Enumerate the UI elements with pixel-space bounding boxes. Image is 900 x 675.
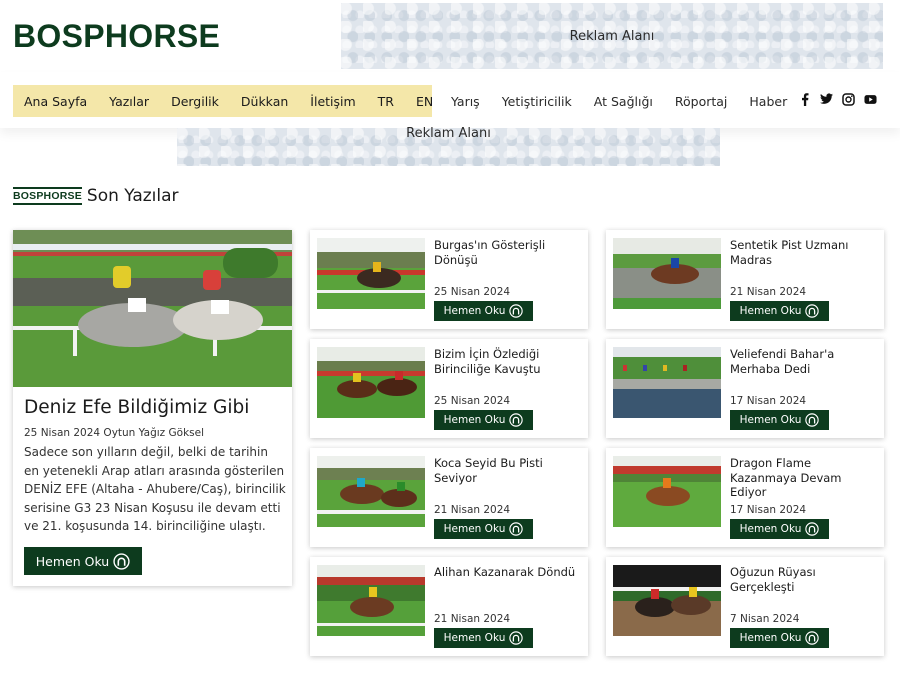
section-heading: BOSPHORSE Son Yazılar [13, 186, 179, 206]
nav-item-yaris[interactable]: Yarış [451, 94, 480, 109]
article-image[interactable] [613, 238, 721, 309]
horseshoe-icon [805, 413, 820, 427]
horseshoe-icon [805, 304, 820, 318]
article-title[interactable]: Dragon Flame Kazanmaya Devam Ediyor [730, 456, 875, 500]
ad-label: Reklam Alanı [569, 28, 655, 44]
article-date: 17 Nisan 2024 [730, 395, 807, 407]
horseshoe-icon [509, 304, 524, 318]
featured-article-meta: 25 Nisan 2024 Oytun Yağız Göksel [24, 427, 204, 439]
article-title[interactable]: Veliefendi Bahar'a Merhaba Dedi [730, 347, 875, 376]
horseshoe-icon [509, 522, 524, 536]
nav-item-dukkan[interactable]: Dükkan [241, 94, 288, 109]
article-image[interactable] [317, 238, 425, 309]
horseshoe-icon [805, 522, 820, 536]
featured-read-more-button[interactable]: Hemen Oku [24, 547, 142, 575]
article-card[interactable]: Bizim İçin Özlediği Birinciliğe Kavuştu … [310, 339, 588, 438]
button-label: Hemen Oku [739, 523, 802, 535]
nav-item-yazilar[interactable]: Yazılar [109, 94, 149, 109]
article-card[interactable]: Dragon Flame Kazanmaya Devam Ediyor 17 N… [606, 448, 884, 547]
nav-item-roportaj[interactable]: Röportaj [675, 94, 728, 109]
article-title[interactable]: Burgas'ın Gösterişli Dönüşü [434, 238, 579, 267]
read-more-button[interactable]: Hemen Oku [434, 519, 533, 539]
nav-item-at-sagligi[interactable]: At Sağlığı [594, 94, 653, 109]
nav-item-lang-en[interactable]: EN [416, 94, 433, 109]
button-label: Hemen Oku [443, 523, 506, 535]
featured-article-image[interactable] [13, 230, 292, 387]
read-more-button[interactable]: Hemen Oku [730, 519, 829, 539]
article-image[interactable] [317, 347, 425, 418]
secondary-nav: Yarış Yetiştiricilik At Sağlığı Röportaj… [440, 85, 798, 117]
article-date: 7 Nisan 2024 [730, 613, 800, 625]
horseshoe-icon [113, 552, 130, 570]
instagram-icon[interactable] [842, 92, 855, 106]
read-more-button[interactable]: Hemen Oku [730, 410, 829, 430]
read-more-button[interactable]: Hemen Oku [730, 301, 829, 321]
button-label: Hemen Oku [739, 414, 802, 426]
article-card[interactable]: Sentetik Pist Uzmanı Madras 21 Nisan 202… [606, 230, 884, 329]
featured-article-card[interactable]: Deniz Efe Bildiğimiz Gibi 25 Nisan 2024 … [13, 230, 292, 586]
article-title[interactable]: Koca Seyid Bu Pisti Seviyor [434, 456, 579, 485]
article-image[interactable] [317, 565, 425, 636]
ad-banner-top[interactable]: Reklam Alanı [341, 3, 883, 69]
article-date: 21 Nisan 2024 [434, 613, 511, 625]
section-title: Son Yazılar [86, 186, 179, 206]
article-card[interactable]: Alihan Kazanarak Döndü 21 Nisan 2024 Hem… [310, 557, 588, 656]
article-card[interactable]: Burgas'ın Gösterişli Dönüşü 25 Nisan 202… [310, 230, 588, 329]
nav-item-haber[interactable]: Haber [749, 94, 787, 109]
button-label: Hemen Oku [443, 632, 506, 644]
facebook-icon[interactable] [798, 92, 811, 106]
read-more-button[interactable]: Hemen Oku [730, 628, 829, 648]
nav-item-dergilik[interactable]: Dergilik [171, 94, 219, 109]
article-date: 17 Nisan 2024 [730, 504, 807, 516]
article-title[interactable]: Oğuzun Rüyası Gerçekleşti [730, 565, 875, 594]
article-image[interactable] [317, 456, 425, 527]
ad-label: Reklam Alanı [406, 126, 491, 141]
twitter-icon[interactable] [820, 92, 833, 106]
horseshoe-icon [509, 631, 524, 645]
article-image[interactable] [613, 456, 721, 527]
primary-nav: Ana Sayfa Yazılar Dergilik Dükkan İletiş… [13, 85, 433, 117]
nav-item-yetistiricilik[interactable]: Yetiştiricilik [502, 94, 572, 109]
button-label: Hemen Oku [739, 632, 802, 644]
button-label: Hemen Oku [35, 553, 110, 569]
article-date: 21 Nisan 2024 [730, 286, 807, 298]
horseshoe-icon [509, 413, 524, 427]
nav-item-lang-tr[interactable]: TR [378, 94, 394, 109]
button-label: Hemen Oku [443, 305, 506, 317]
article-image[interactable] [613, 565, 721, 636]
read-more-button[interactable]: Hemen Oku [434, 410, 533, 430]
featured-article-title[interactable]: Deniz Efe Bildiğimiz Gibi [24, 397, 249, 418]
article-image[interactable] [613, 347, 721, 418]
article-title[interactable]: Bizim İçin Özlediği Birinciliğe Kavuştu [434, 347, 579, 376]
section-brand-label: BOSPHORSE [13, 187, 82, 205]
horseshoe-icon [805, 631, 820, 645]
article-title[interactable]: Alihan Kazanarak Döndü [434, 565, 579, 580]
article-card[interactable]: Veliefendi Bahar'a Merhaba Dedi 17 Nisan… [606, 339, 884, 438]
nav-item-iletisim[interactable]: İletişim [310, 94, 355, 109]
article-card[interactable]: Koca Seyid Bu Pisti Seviyor 21 Nisan 202… [310, 448, 588, 547]
read-more-button[interactable]: Hemen Oku [434, 301, 533, 321]
article-date: 21 Nisan 2024 [434, 504, 511, 516]
article-date: 25 Nisan 2024 [434, 395, 511, 407]
read-more-button[interactable]: Hemen Oku [434, 628, 533, 648]
featured-article-excerpt: Sadece son yılların değil, belki de tari… [24, 445, 286, 533]
site-logo[interactable]: BOSPHORSE [13, 18, 220, 55]
article-date: 25 Nisan 2024 [434, 286, 511, 298]
article-card[interactable]: Oğuzun Rüyası Gerçekleşti 7 Nisan 2024 H… [606, 557, 884, 656]
button-label: Hemen Oku [739, 305, 802, 317]
youtube-icon[interactable] [864, 92, 877, 106]
social-links [798, 92, 877, 106]
button-label: Hemen Oku [443, 414, 506, 426]
nav-item-ana-sayfa[interactable]: Ana Sayfa [24, 94, 87, 109]
ad-banner-mid[interactable]: Reklam Alanı [177, 126, 720, 166]
article-title[interactable]: Sentetik Pist Uzmanı Madras [730, 238, 875, 267]
